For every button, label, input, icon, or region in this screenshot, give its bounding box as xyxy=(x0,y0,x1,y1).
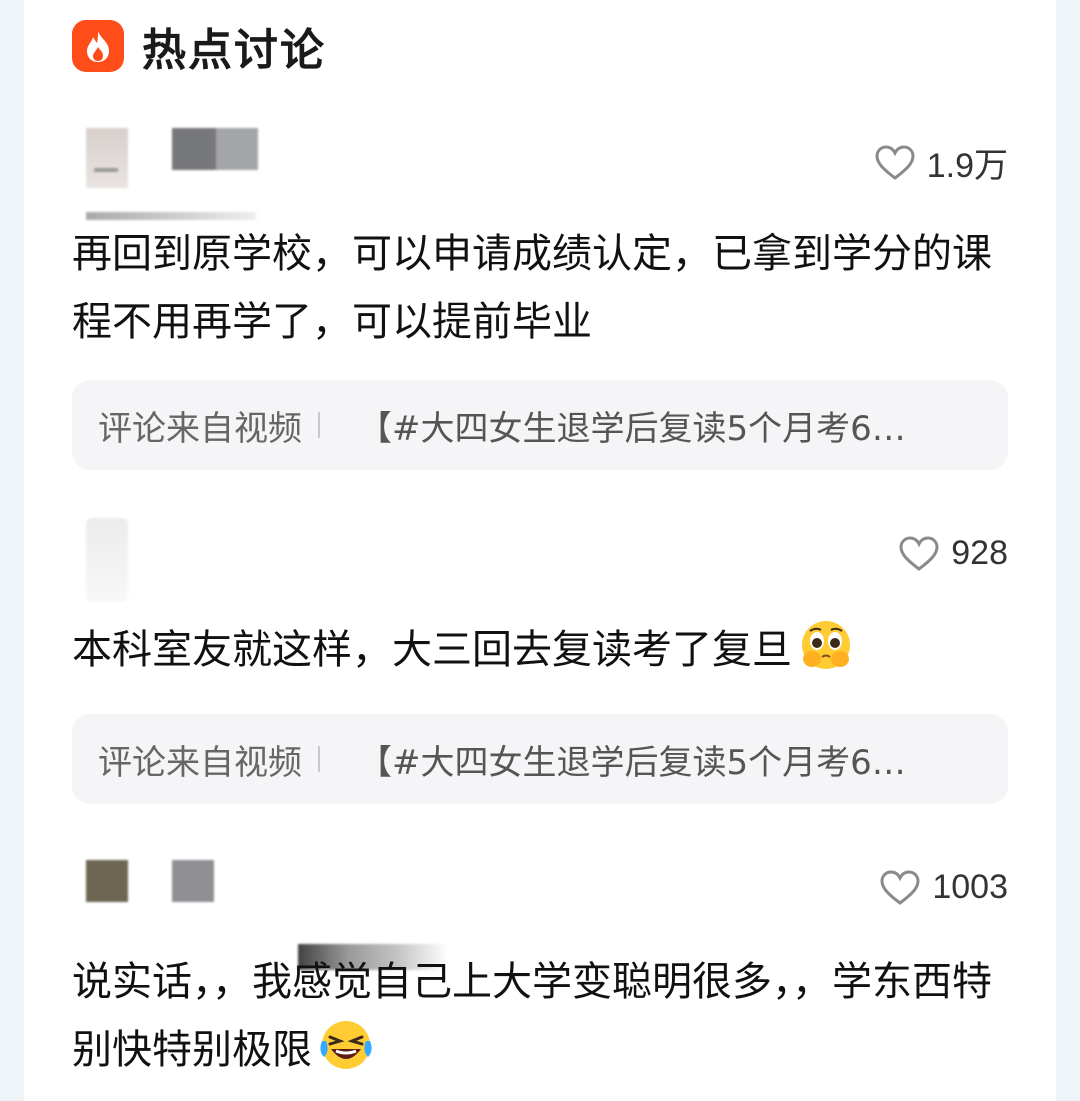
comment-text-content: 本科室友就这样，大三回去复读考了复旦 xyxy=(72,627,792,673)
divider xyxy=(318,746,320,772)
section-header: 热点讨论 xyxy=(72,18,326,76)
like-count: 1003 xyxy=(932,868,1008,906)
username[interactable] xyxy=(172,860,214,902)
like-count: 1.9万 xyxy=(926,147,1008,185)
comment-text: 说实话，，我感觉自己上大学变聪明很多，，学东西特别快特别极限 xyxy=(72,948,1008,1094)
heart-icon xyxy=(899,535,939,571)
username[interactable] xyxy=(172,128,258,170)
like-count: 928 xyxy=(951,534,1008,572)
source-video-title: 【#大四女生退学后复读5个月考6… xyxy=(358,742,906,783)
comment-item: 1003 说实话，，我感觉自己上大学变聪明很多，，学东西特别快特别极限 xyxy=(72,860,1008,1101)
source-label: 评论来自视频 xyxy=(98,742,302,783)
like-button[interactable]: 928 xyxy=(899,534,1008,573)
fire-icon xyxy=(72,20,124,72)
comment-text: 再回到原学校，可以申请成绩认定，已拿到学分的课程不用再学了，可以提前毕业 xyxy=(72,231,992,345)
laughing-crying-emoji-icon xyxy=(316,1017,376,1094)
heart-icon xyxy=(880,869,920,905)
avatar[interactable] xyxy=(86,128,128,188)
avatar[interactable] xyxy=(86,860,128,902)
comment-text-content: 说实话，，我感觉自己上大学变聪明很多，，学东西特别快特别极限 xyxy=(72,959,992,1073)
comment-item: 1.9万 再回到原学校，可以申请成绩认定，已拿到学分的课程不用再学了，可以提前毕… xyxy=(72,128,1008,478)
heart-icon xyxy=(875,144,915,180)
hot-discussion-card: 热点讨论 1.9万 再回到原学校，可以申请成绩认定，已拿到学分的课程不用再学了，… xyxy=(24,0,1056,1101)
video-source-link[interactable]: 评论来自视频 【#大四女生退学后复读5个月考6… xyxy=(72,714,1008,804)
divider xyxy=(318,412,320,438)
username-underline xyxy=(86,212,256,220)
comment-item: 928 本科室友就这样，大三回去复读考了复旦 评论来自视频 【#大四女生退学后复… xyxy=(72,518,1008,808)
source-video-title: 【#大四女生退学后复读5个月考6… xyxy=(358,408,906,449)
section-title: 热点讨论 xyxy=(142,25,326,76)
crying-pleading-emoji-icon xyxy=(796,617,856,694)
comment-text: 本科室友就这样，大三回去复读考了复旦 xyxy=(72,616,1008,694)
avatar[interactable] xyxy=(86,518,128,602)
like-button[interactable]: 1003 xyxy=(880,868,1008,907)
source-label: 评论来自视频 xyxy=(98,408,302,449)
like-button[interactable]: 1.9万 xyxy=(875,138,1008,187)
video-source-link[interactable]: 评论来自视频 【#大四女生退学后复读5个月考6… xyxy=(72,380,1008,470)
